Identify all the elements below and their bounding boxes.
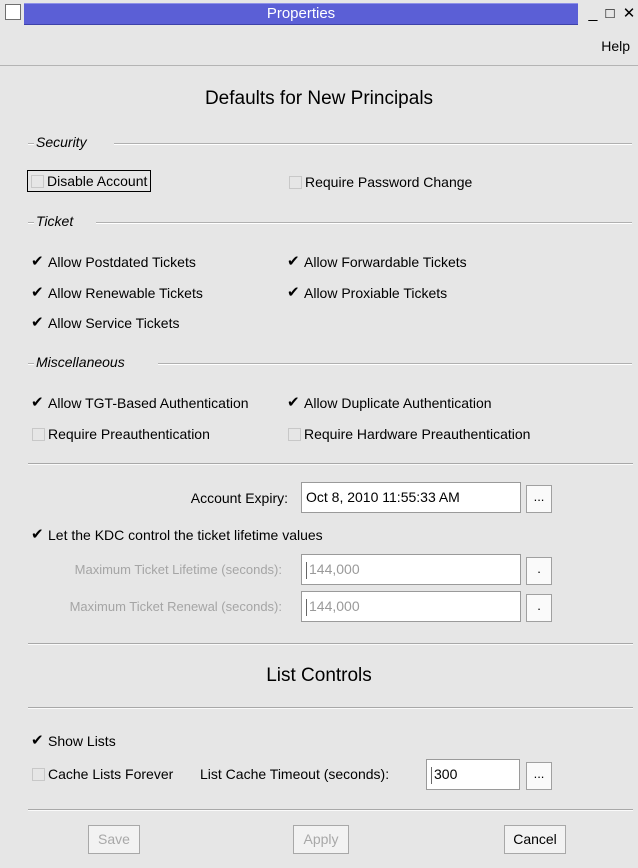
- checkbox-box: [289, 175, 302, 189]
- group-rule: [114, 143, 632, 145]
- group-rule: [28, 363, 34, 365]
- cache-forever-checkbox[interactable]: Cache Lists Forever: [32, 766, 173, 782]
- cache-timeout-button[interactable]: ...: [526, 762, 552, 790]
- checkbox-label: Allow Duplicate Authentication: [304, 395, 492, 411]
- allow-proxiable-checkbox[interactable]: Allow Proxiable Tickets: [287, 283, 448, 302]
- max-lifetime-label: Maximum Ticket Lifetime (seconds):: [74, 562, 282, 577]
- apply-button[interactable]: Apply: [293, 825, 349, 854]
- group-rule: [96, 222, 632, 224]
- list-controls-heading: List Controls: [266, 665, 372, 686]
- text-cursor-icon: [431, 766, 432, 784]
- kdc-control-checkbox[interactable]: Let the KDC control the ticket lifetime …: [31, 525, 323, 544]
- save-button[interactable]: Save: [88, 825, 140, 854]
- checkbox-box: [288, 427, 301, 441]
- max-renewal-field[interactable]: 144,000: [301, 591, 521, 622]
- allow-tgt-checkbox[interactable]: Allow TGT-Based Authentication: [31, 393, 249, 412]
- max-lifetime-field[interactable]: 144,000: [301, 554, 521, 585]
- account-expiry-label: Account Expiry:: [190, 490, 288, 506]
- group-rule: [158, 363, 632, 365]
- cancel-button[interactable]: Cancel: [504, 825, 566, 854]
- checkbox-label: Allow TGT-Based Authentication: [48, 395, 249, 411]
- separator: [28, 463, 633, 465]
- cache-timeout-label: List Cache Timeout (seconds):: [200, 766, 390, 782]
- max-lifetime-value: 144,000: [309, 561, 360, 577]
- checkbox-label: Require Preauthentication: [48, 426, 210, 442]
- allow-duplicate-checkbox[interactable]: Allow Duplicate Authentication: [287, 393, 492, 412]
- account-expiry-picker-button[interactable]: ...: [526, 485, 552, 513]
- window-menu-button[interactable]: [5, 4, 21, 20]
- checkbox-label: Allow Proxiable Tickets: [304, 285, 448, 301]
- separator: [28, 643, 633, 645]
- require-preauth-checkbox[interactable]: Require Preauthentication: [32, 426, 210, 442]
- allow-forwardable-checkbox[interactable]: Allow Forwardable Tickets: [287, 252, 467, 271]
- check-icon: [31, 313, 45, 331]
- check-icon: [31, 393, 45, 411]
- text-cursor-icon: [306, 598, 307, 616]
- check-icon: [287, 393, 301, 411]
- check-icon: [31, 252, 45, 270]
- ticket-group-title: Ticket: [36, 213, 74, 229]
- menu-help[interactable]: Help: [601, 38, 630, 54]
- cache-timeout-value: 300: [434, 766, 458, 782]
- misc-group-title: Miscellaneous: [36, 354, 125, 370]
- require-hw-preauth-checkbox[interactable]: Require Hardware Preauthentication: [288, 426, 530, 442]
- checkbox-box: [31, 174, 44, 188]
- check-icon: [287, 283, 301, 301]
- check-icon: [31, 283, 45, 301]
- window-title: Properties: [266, 5, 336, 22]
- checkbox-box: [32, 427, 45, 441]
- checkbox-label: Cache Lists Forever: [48, 766, 174, 782]
- group-rule: [28, 222, 34, 224]
- security-group-title: Security: [36, 134, 87, 150]
- checkbox-label: Show Lists: [48, 733, 116, 749]
- checkbox-label: Require Password Change: [305, 174, 473, 190]
- max-renewal-button[interactable]: .: [526, 594, 552, 622]
- separator: [28, 809, 633, 811]
- separator: [28, 707, 633, 709]
- allow-renewable-checkbox[interactable]: Allow Renewable Tickets: [31, 283, 203, 302]
- max-renewal-value: 144,000: [309, 598, 360, 614]
- check-icon: [31, 525, 45, 543]
- checkbox-label: Allow Renewable Tickets: [48, 285, 203, 301]
- group-rule: [28, 143, 34, 145]
- close-icon[interactable]: ✕: [622, 4, 636, 24]
- check-icon: [31, 731, 45, 749]
- check-icon: [287, 252, 301, 270]
- checkbox-box: [32, 767, 45, 781]
- checkbox-label: Allow Service Tickets: [48, 315, 180, 331]
- checkbox-label: Require Hardware Preauthentication: [304, 426, 531, 442]
- require-password-change-checkbox[interactable]: Require Password Change: [289, 174, 472, 190]
- show-lists-checkbox[interactable]: Show Lists: [31, 731, 116, 750]
- allow-postdated-checkbox[interactable]: Allow Postdated Tickets: [31, 252, 196, 271]
- account-expiry-field[interactable]: Oct 8, 2010 11:55:33 AM: [301, 482, 521, 513]
- cache-timeout-field[interactable]: 300: [426, 759, 520, 790]
- checkbox-label: Allow Postdated Tickets: [48, 254, 196, 270]
- checkbox-label: Let the KDC control the ticket lifetime …: [48, 527, 323, 543]
- menu-bar: [0, 28, 638, 66]
- text-cursor-icon: [306, 561, 307, 579]
- checkbox-label: Disable Account: [47, 173, 148, 189]
- maximize-icon[interactable]: □: [603, 4, 617, 24]
- allow-service-checkbox[interactable]: Allow Service Tickets: [31, 313, 180, 332]
- max-lifetime-button[interactable]: .: [526, 557, 552, 585]
- minimize-icon[interactable]: _: [586, 4, 600, 24]
- max-renewal-label: Maximum Ticket Renewal (seconds):: [69, 599, 282, 614]
- page-title: Defaults for New Principals: [204, 88, 434, 109]
- checkbox-label: Allow Forwardable Tickets: [304, 254, 467, 270]
- disable-account-checkbox[interactable]: Disable Account: [27, 170, 152, 192]
